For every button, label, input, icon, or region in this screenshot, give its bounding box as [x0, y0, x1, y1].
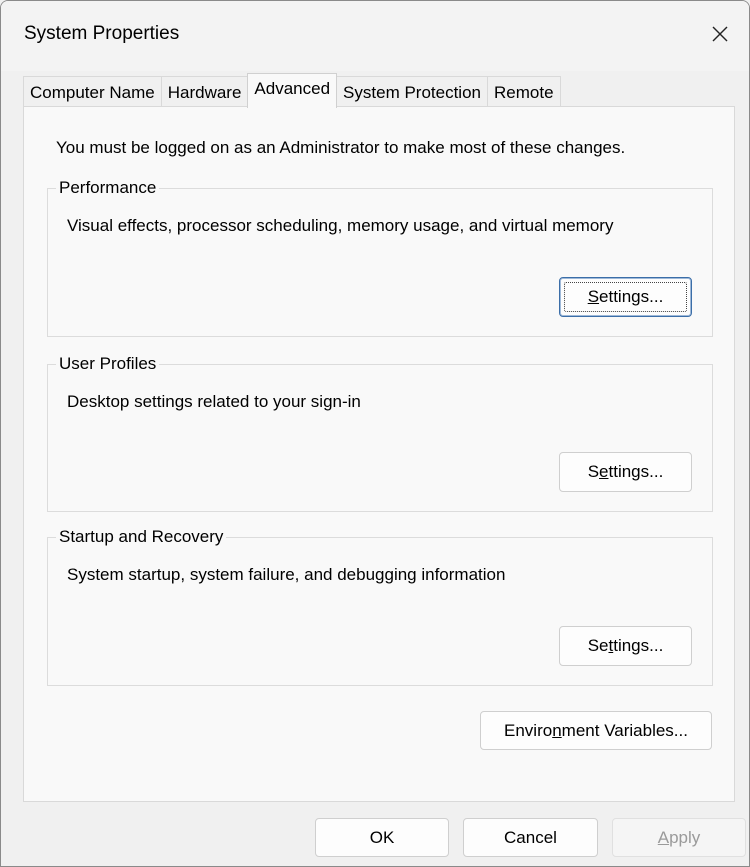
performance-description: Visual effects, processor scheduling, me… [67, 216, 614, 235]
startup-recovery-settings-button[interactable]: Settings... [559, 626, 692, 666]
user-profiles-group-title: User Profiles [56, 354, 160, 374]
button-label: Settings... [587, 287, 664, 306]
user-profiles-group: User Profiles Desktop settings related t… [47, 354, 713, 512]
close-button[interactable] [691, 1, 749, 67]
startup-recovery-description: System startup, system failure, and debu… [67, 565, 506, 584]
startup-recovery-group: Startup and Recovery System startup, sys… [47, 527, 713, 686]
performance-group: Performance Visual effects, processor sc… [47, 178, 713, 337]
performance-settings-button[interactable]: Settings... [559, 277, 692, 317]
button-label: Settings... [587, 636, 664, 655]
system-properties-window: System Properties Computer Name Hardware… [0, 0, 750, 867]
close-icon [712, 26, 728, 42]
environment-variables-button[interactable]: Environment Variables... [480, 711, 712, 750]
dialog-footer: OK Cancel Apply [1, 806, 749, 866]
cancel-button[interactable]: Cancel [463, 818, 598, 857]
user-profiles-description: Desktop settings related to your sign-in [67, 392, 361, 411]
button-label: Apply [657, 827, 701, 847]
user-profiles-settings-button[interactable]: Settings... [559, 452, 692, 492]
tab-advanced[interactable]: Advanced [247, 73, 338, 108]
tab-remote[interactable]: Remote [487, 76, 561, 107]
startup-recovery-group-title: Startup and Recovery [56, 527, 227, 547]
administrator-note: You must be logged on as an Administrato… [56, 138, 626, 157]
tab-strip: Computer Name Hardware Advanced System P… [23, 73, 561, 108]
title-bar: System Properties [1, 1, 749, 71]
tab-hardware[interactable]: Hardware [160, 76, 249, 107]
ok-button[interactable]: OK [315, 818, 449, 857]
window-title: System Properties [24, 23, 180, 44]
tab-system-protection[interactable]: System Protection [336, 76, 488, 107]
advanced-tab-panel: You must be logged on as an Administrato… [23, 106, 735, 802]
apply-button[interactable]: Apply [612, 818, 746, 857]
button-label: Settings... [587, 462, 664, 481]
button-label: Environment Variables... [504, 720, 688, 740]
tab-computer-name[interactable]: Computer Name [23, 76, 162, 107]
performance-group-title: Performance [56, 178, 160, 198]
